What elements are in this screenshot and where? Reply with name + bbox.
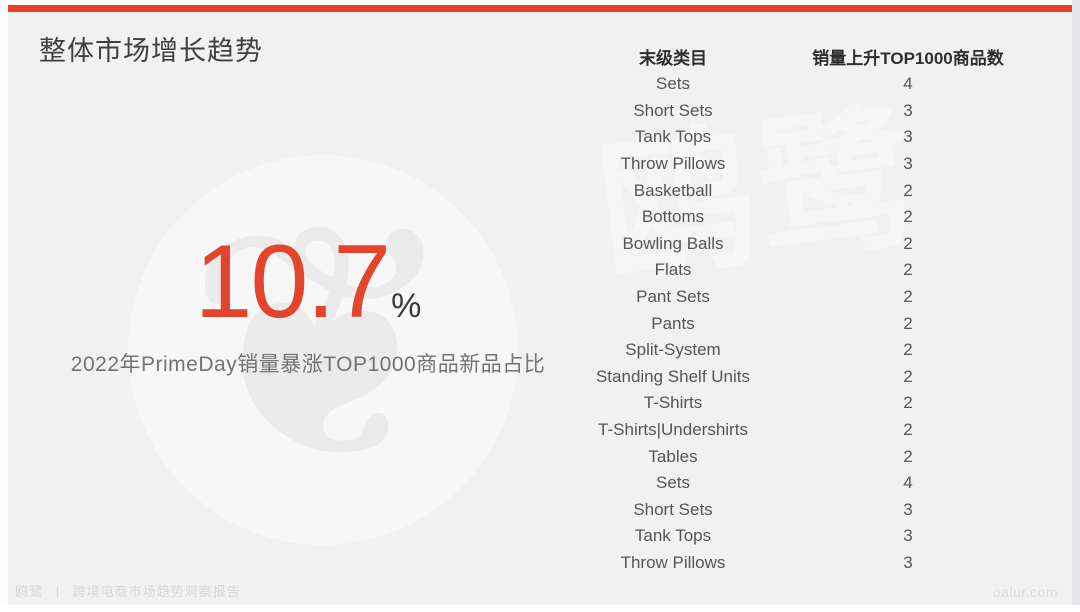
table-row: Throw Pillows 3	[548, 151, 1048, 178]
table-row: Bottoms 2	[548, 204, 1048, 231]
table-body: Sets 4 Short Sets 3 Tank Tops 3 Throw Pillows 3…	[548, 71, 1048, 576]
table-row: Short Sets 3	[548, 98, 1048, 125]
cell-category: Split-System	[625, 340, 721, 360]
cell-count: 2	[903, 393, 913, 413]
cell-category: Standing Shelf Units	[595, 366, 751, 386]
cell-category: Throw Pillows	[620, 154, 726, 174]
slide-root: ❦ 鸥鹭 整体市场增长趋势 10.7% 2022年PrimeDay销量暴涨TOP…	[0, 0, 1080, 612]
table-row: Sets 4	[548, 470, 1048, 497]
cell-count: 3	[903, 154, 913, 174]
slide-canvas: ❦ 鸥鹭 整体市场增长趋势 10.7% 2022年PrimeDay销量暴涨TOP…	[8, 5, 1072, 605]
cell-count: 3	[903, 526, 913, 546]
cell-count: 2	[903, 180, 913, 200]
page-edge-bottom	[0, 605, 1080, 612]
footer-separator: |	[55, 584, 61, 599]
cell-category: Short Sets	[633, 100, 713, 120]
kpi-block: 10.7% 2022年PrimeDay销量暴涨TOP1000商品新品占比	[8, 230, 608, 378]
column-header-count: 销量上升TOP1000商品数	[812, 48, 1004, 68]
table-row: Pant Sets 2	[548, 284, 1048, 311]
cell-category: Tables	[648, 446, 698, 466]
cell-category: Short Sets	[633, 499, 713, 519]
cell-category: T-Shirts	[643, 393, 703, 413]
footer-site: oalur.com	[992, 584, 1058, 600]
cell-category: Bowling Balls	[622, 233, 724, 253]
table-row: Split-System 2	[548, 337, 1048, 364]
table-row: Tables 2	[548, 443, 1048, 470]
cell-count: 2	[903, 233, 913, 253]
category-table: 末级类目 销量上升TOP1000商品数 Sets 4 Short Sets 3 Tank…	[548, 41, 1048, 576]
kpi-value-row: 10.7%	[195, 230, 422, 334]
kpi-caption: 2022年PrimeDay销量暴涨TOP1000商品新品占比	[70, 353, 546, 376]
table-row: Pants 2	[548, 310, 1048, 337]
table-row: T-Shirts 2	[548, 390, 1048, 417]
cell-category: Pants	[651, 313, 695, 333]
cell-category: Throw Pillows	[620, 552, 726, 572]
table-row: Sets 4	[548, 71, 1048, 98]
cell-count: 2	[903, 446, 913, 466]
cell-category: Bottoms	[641, 207, 705, 227]
cell-count: 2	[903, 207, 913, 227]
cell-category: T-Shirts|Undershirts	[598, 420, 748, 440]
footer-brand: 鸥鹭	[15, 584, 44, 599]
page-title: 整体市场增长趋势	[39, 36, 263, 66]
kpi-value: 10.7	[194, 224, 391, 340]
cell-count: 2	[903, 340, 913, 360]
top-accent-bar	[8, 5, 1072, 12]
cell-count: 2	[903, 366, 913, 386]
page-edge-left	[0, 0, 8, 612]
cell-category: Tank Tops	[634, 526, 712, 546]
cell-count: 3	[903, 499, 913, 519]
kpi-unit: %	[391, 287, 422, 325]
cell-count: 2	[903, 313, 913, 333]
cell-count: 2	[903, 260, 913, 280]
table-row: Throw Pillows 3	[548, 550, 1048, 577]
cell-category: Tank Tops	[634, 127, 712, 147]
table-header-row: 末级类目 销量上升TOP1000商品数	[548, 41, 1048, 71]
table-row: Tank Tops 3	[548, 523, 1048, 550]
cell-category: Flats	[654, 260, 692, 280]
page-edge-right	[1072, 0, 1080, 612]
cell-count: 3	[903, 127, 913, 147]
cell-category: Basketball	[633, 180, 713, 200]
cell-count: 2	[903, 420, 913, 440]
cell-category: Pant Sets	[636, 287, 710, 307]
table-row: Basketball 2	[548, 177, 1048, 204]
table-row: T-Shirts|Undershirts 2	[548, 417, 1048, 444]
cell-count: 2	[903, 287, 913, 307]
cell-category: Sets	[655, 74, 691, 94]
cell-count: 4	[903, 473, 913, 493]
table-row: Short Sets 3	[548, 497, 1048, 524]
table-row: Flats 2	[548, 257, 1048, 284]
footer-report-title: 跨境电商市场趋势洞察报告	[72, 584, 241, 599]
cell-count: 3	[903, 100, 913, 120]
column-header-category: 末级类目	[639, 48, 707, 68]
table-row: Bowling Balls 2	[548, 231, 1048, 258]
cell-category: Sets	[655, 473, 691, 493]
footer-left: 鸥鹭 | 跨境电商市场趋势洞察报告	[15, 581, 241, 600]
table-row: Standing Shelf Units 2	[548, 364, 1048, 391]
cell-count: 4	[903, 74, 913, 94]
table-row: Tank Tops 3	[548, 124, 1048, 151]
cell-count: 3	[903, 552, 913, 572]
